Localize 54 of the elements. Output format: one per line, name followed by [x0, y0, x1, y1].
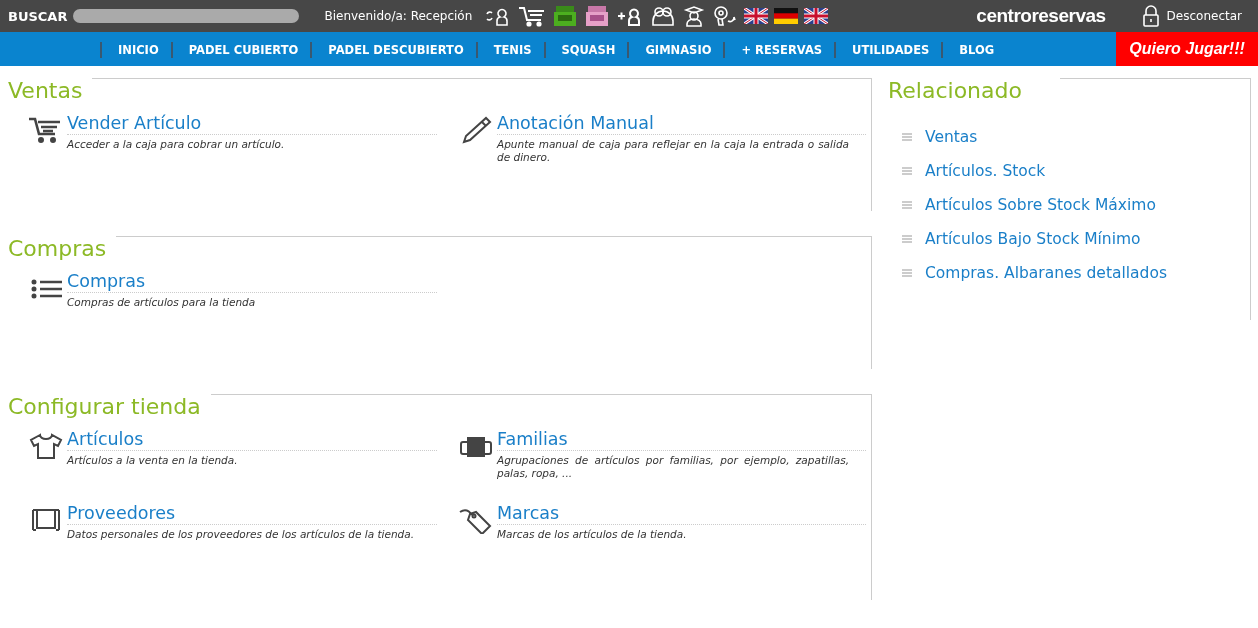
- flag-icon[interactable]: [744, 8, 769, 24]
- flag-icon[interactable]: [774, 8, 799, 24]
- section-title: Ventas: [8, 78, 83, 104]
- logout-link[interactable]: Desconectar: [1141, 5, 1242, 27]
- nav-item[interactable]: PADEL DESCUBIERTO: [310, 42, 476, 58]
- nav-item[interactable]: UTILIDADES: [834, 42, 942, 58]
- item-link[interactable]: Familias: [497, 428, 866, 451]
- nav-item[interactable]: INICIO: [100, 42, 171, 58]
- related-link[interactable]: Artículos Sobre Stock Máximo: [925, 196, 1156, 214]
- nav-item[interactable]: SQUASH: [543, 42, 628, 58]
- section-title: Relacionado: [888, 78, 1022, 104]
- item-description: Datos personales de los proveedores de los artículos de la tienda.: [67, 528, 416, 541]
- item-link[interactable]: Artículos: [67, 428, 437, 451]
- hairdryer-icon[interactable]: [712, 5, 739, 27]
- related-link[interactable]: Artículos Bajo Stock Mínimo: [925, 230, 1141, 248]
- register-icon[interactable]: [552, 5, 579, 27]
- item-description: Compras de artículos para la tienda: [67, 296, 257, 309]
- item-description: Artículos a la venta en la tienda.: [67, 454, 239, 467]
- nav-item[interactable]: PADEL CUBIERTO: [170, 42, 311, 58]
- list-icon: [902, 201, 912, 209]
- tag-icon: [458, 506, 494, 534]
- related-link[interactable]: Ventas: [925, 128, 978, 146]
- item-link[interactable]: Anotación Manual: [497, 112, 866, 135]
- item-description: Acceder a la caja para cobrar un artículo.: [67, 138, 286, 151]
- item-description: Agrupaciones de artículos por familias, por ejemplo, zapatillas, palas, ropa, ...: [497, 454, 849, 480]
- related-link[interactable]: Artículos. Stock: [925, 162, 1046, 180]
- item-link[interactable]: Compras: [67, 270, 437, 293]
- search-field[interactable]: [73, 9, 300, 23]
- shirt-icon: [28, 432, 64, 460]
- list-icon: [902, 235, 912, 243]
- section-title: Configurar tienda: [8, 394, 201, 420]
- search-label: BUSCAR: [8, 8, 68, 24]
- list-icon: [902, 269, 912, 277]
- related-link[interactable]: Compras. Albaranes detallados: [925, 264, 1167, 282]
- nav-item[interactable]: TENIS: [475, 42, 544, 58]
- lock-icon: [1141, 5, 1160, 27]
- flag-icon[interactable]: [804, 8, 829, 24]
- item-link[interactable]: Marcas: [497, 502, 866, 525]
- cart-icon[interactable]: [518, 5, 547, 27]
- list-icon: [902, 133, 912, 141]
- item-description: Marcas de los artículos de la tienda.: [497, 528, 688, 541]
- item-description: Apunte manual de caja para reflejar en la caja la entrada o salida de dinero.: [497, 138, 849, 164]
- section-title: Compras: [8, 236, 107, 262]
- welcome-text: Bienvenido/a: Recepción: [324, 9, 473, 23]
- item-link[interactable]: Vender Artículo: [67, 112, 437, 135]
- nav-item[interactable]: + RESERVAS: [723, 42, 835, 58]
- play-button[interactable]: Quiero Jugar!!!: [1116, 32, 1258, 66]
- list-icon: [902, 167, 912, 175]
- nav-item[interactable]: GIMNASIO: [627, 42, 724, 58]
- logo[interactable]: centroreservas: [976, 5, 1106, 27]
- nav-item[interactable]: BLOG: [941, 42, 1007, 58]
- users-icon[interactable]: [650, 5, 677, 27]
- register-icon[interactable]: [584, 5, 611, 27]
- item-link[interactable]: Proveedores: [67, 502, 437, 525]
